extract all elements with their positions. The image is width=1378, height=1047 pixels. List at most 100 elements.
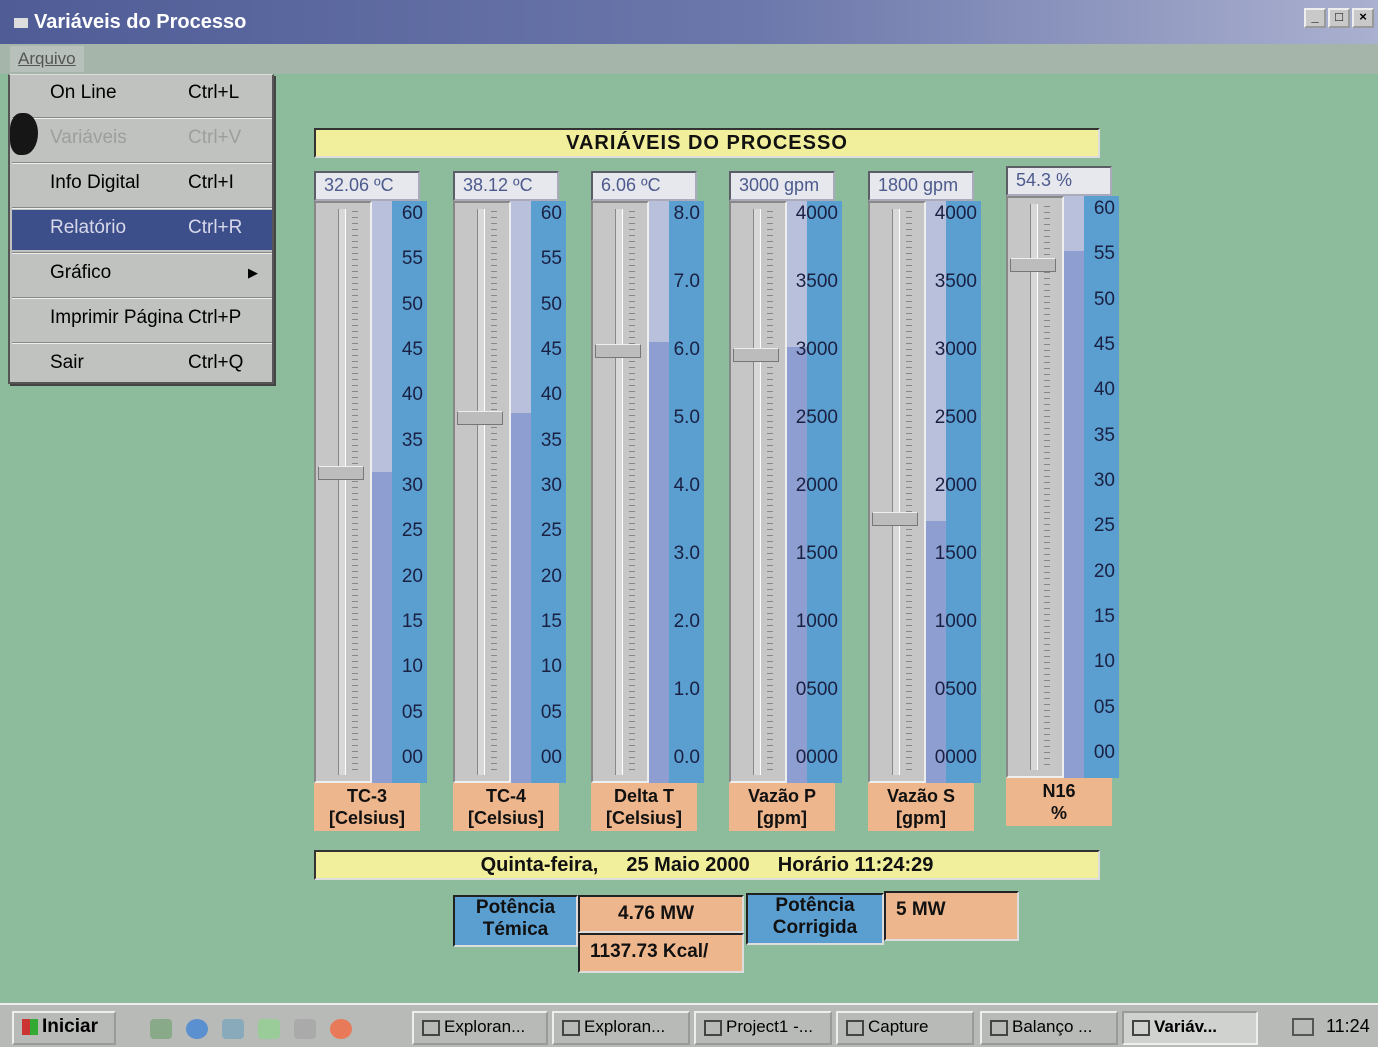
scale-tick-label: 0000	[795, 747, 838, 768]
task-explorer-1[interactable]: Exploran...	[412, 1011, 548, 1045]
gauge-label: Vazão S [gpm]	[868, 783, 974, 831]
page-title: VARIÁVEIS DO PROCESSO	[314, 128, 1100, 158]
menu-item-shortcut: Ctrl+R	[188, 217, 243, 238]
task-label: Variáv...	[1154, 1017, 1218, 1036]
scale-tick-label: 0000	[934, 747, 977, 768]
gauge-label-name: N16	[1042, 781, 1076, 801]
menu-item-grafico[interactable]: Gráfico ▶	[12, 255, 272, 295]
close-button[interactable]: ×	[1352, 8, 1374, 28]
scale-tick-label: 0500	[795, 679, 838, 700]
slider-thumb[interactable]	[733, 348, 779, 362]
quicklaunch-explorer-icon[interactable]	[294, 1019, 316, 1039]
menu-arquivo[interactable]: Arquivo	[10, 46, 84, 72]
menu-item-info-digital[interactable]: Info Digital Ctrl+I	[12, 165, 272, 205]
gauge-scale: 60 55 50 45 40 35 30 25 20 15 10 05 00	[1064, 196, 1119, 778]
slider-thumb[interactable]	[872, 512, 918, 527]
menu-separator	[12, 207, 272, 209]
scale-tick-label: 3500	[795, 271, 838, 292]
scale-tick-label: 25	[540, 520, 562, 542]
corrected-power-label-line1: Potência	[775, 895, 855, 916]
gauge-slider-track[interactable]	[314, 201, 372, 783]
menu-separator	[12, 162, 272, 164]
slider-thumb[interactable]	[457, 411, 503, 426]
slider-ticks	[1044, 206, 1050, 768]
menu-item-relatorio[interactable]: Relatório Ctrl+R	[12, 210, 272, 250]
gauge-slider-track[interactable]	[591, 201, 649, 783]
scale-tick-label: 3000	[795, 339, 838, 360]
slider-thumb[interactable]	[318, 466, 364, 481]
explorer-icon	[562, 1019, 580, 1036]
scale-tick-label: 55	[540, 248, 562, 270]
gauge-scale: 4000 3500 3000 2500 2000 1500 1000 0500 0000	[926, 201, 981, 783]
scale-tick-label: 35	[401, 429, 423, 451]
scale-tick-label: 45	[1093, 334, 1115, 355]
menu-separator	[12, 252, 272, 254]
gauge-slider-track[interactable]	[1006, 196, 1064, 778]
thermal-power-label-line1: Potência	[475, 897, 556, 918]
scale-tick-label: 7.0	[673, 271, 700, 292]
slider-thumb[interactable]	[595, 344, 641, 359]
scheduler-icon[interactable]	[1292, 1018, 1314, 1037]
task-label: Project1 -...	[726, 1017, 813, 1036]
quicklaunch-edit-icon[interactable]	[258, 1019, 280, 1039]
gauge-label: Vazão P [gpm]	[729, 783, 835, 831]
scale-tick-label: 1500	[934, 543, 977, 564]
task-explorer-2[interactable]: Exploran...	[552, 1011, 690, 1045]
gauge-slider-track[interactable]	[868, 201, 926, 783]
window-titlebar[interactable]: Variáveis do Processo _ □ ×	[0, 0, 1378, 44]
slider-groove	[615, 209, 623, 775]
menu-item-online[interactable]: On Line Ctrl+L	[12, 75, 272, 115]
scale-tick-label: 4.0	[673, 475, 700, 496]
slider-ticks	[767, 211, 773, 773]
scale-tick-label: 15	[1093, 606, 1115, 627]
gauge-scale: 8.0 7.0 6.0 5.0 4.0 3.0 2.0 1.0 0.0	[649, 201, 704, 783]
minimize-button[interactable]: _	[1304, 8, 1326, 28]
menu-item-sair[interactable]: Sair Ctrl+Q	[12, 345, 272, 385]
task-capture[interactable]: Capture	[836, 1011, 974, 1045]
scale-tick-label: 8.0	[673, 203, 700, 224]
taskbar: Iniciar Exploran... Exploran... Project1…	[0, 1003, 1378, 1047]
gauge-label: N16%	[1006, 778, 1112, 826]
gauge-level-bar	[1064, 251, 1084, 778]
menu-item-imprimir[interactable]: Imprimir Página Ctrl+P	[12, 300, 272, 340]
scale-tick-label: 40	[401, 384, 423, 406]
scale-tick-label: 00	[1093, 742, 1115, 763]
gauge-slider-track[interactable]	[729, 201, 787, 783]
gauge-label-unit: [gpm]	[757, 808, 807, 828]
scale-tick-label: 40	[540, 384, 562, 406]
task-label: Balanço ...	[1012, 1017, 1093, 1036]
slider-groove	[338, 209, 346, 775]
scale-tick-label: 55	[1093, 243, 1115, 265]
gauge-label-name: Vazão S	[886, 786, 956, 806]
quicklaunch-star-icon[interactable]	[330, 1019, 352, 1039]
thermal-power-kcal: 1137.73 Kcal/	[578, 933, 744, 973]
scale-tick-label: 6.0	[673, 339, 700, 360]
gauge-slider-track[interactable]	[453, 201, 511, 783]
gauge-tc3: 32.06 ºC 60 55 50 45 40 35 30 25 20 15 10 05 00 TC-3 [C…	[314, 171, 427, 831]
scale-tick-label: 05	[540, 701, 562, 723]
scale-tick-label: 1000	[934, 611, 977, 632]
scale-tick-label: 30	[540, 475, 562, 496]
corrected-power-mw: 5 MW	[884, 891, 1019, 941]
task-variaveis[interactable]: Variáv...	[1122, 1011, 1258, 1045]
task-project1[interactable]: Project1 -...	[694, 1011, 832, 1045]
gauge-vazaop: 3000 gpm 4000 3500 3000 2500 2000 1500 1000 0500…	[729, 171, 842, 831]
scale-tick-label: 2.0	[673, 611, 700, 632]
quicklaunch-pen-icon[interactable]	[150, 1019, 172, 1039]
gauge-empty-bar	[1064, 196, 1084, 252]
task-balanco[interactable]: Balanço ...	[980, 1011, 1118, 1045]
clock: 11:24	[1326, 1016, 1370, 1036]
scale-tick-label: 2500	[795, 407, 838, 428]
maximize-button[interactable]: □	[1328, 8, 1350, 28]
start-button[interactable]: Iniciar	[12, 1011, 116, 1045]
menu-item-variaveis[interactable]: Variáveis Ctrl+V	[12, 120, 272, 160]
scale-tick-label: 15	[540, 611, 562, 632]
gauge-level-bar	[372, 472, 392, 783]
camera-icon	[846, 1019, 864, 1036]
quicklaunch-ie-icon[interactable]	[186, 1019, 208, 1039]
slider-thumb[interactable]	[1010, 258, 1056, 273]
quicklaunch-desktop-icon[interactable]	[222, 1019, 244, 1039]
gauge-deltat: 6.06 ºC 8.0 7.0 6.0 5.0 4.0 3.0 2.0 1.0 0.0 Delta …	[591, 171, 704, 831]
corrected-power-label: Potência Corrigida	[746, 893, 884, 945]
scale-tick-label: 50	[540, 293, 562, 315]
